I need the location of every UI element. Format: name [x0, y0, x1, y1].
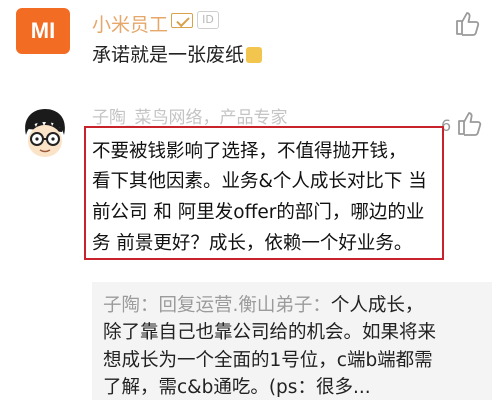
- thumbs-up-icon[interactable]: [456, 110, 482, 136]
- mi-avatar[interactable]: MI: [16, 8, 70, 54]
- avatar-logo-text: MI: [30, 18, 56, 43]
- verified-badge-icon: [171, 13, 193, 28]
- cartoon-avatar[interactable]: [16, 105, 74, 163]
- reply-author[interactable]: 子陶：回复运营.衡山弟子：: [103, 295, 331, 316]
- reply-line: 了解，需c&b通吃。(ps：很多...: [103, 377, 371, 398]
- comment-body-line: 不要被钱影响了选择，不值得抛开钱，: [92, 141, 407, 162]
- id-badge: ID: [197, 11, 219, 29]
- comment-username[interactable]: 小米员工: [92, 10, 168, 37]
- emoji-icon: [246, 47, 263, 63]
- reply-line: 想成长为一个全面的1号位，c端b端都需: [103, 350, 433, 371]
- comment-body-line: 前公司 和 阿里发offer的部门，哪边的业: [92, 202, 425, 223]
- thumbs-up-icon[interactable]: [454, 10, 480, 36]
- comment-text: 承诺就是一张废纸: [92, 40, 263, 67]
- comment-username[interactable]: 子陶_菜鸟网络，产品专家: [92, 103, 288, 128]
- reply-line: 子陶：回复运营.衡山弟子：个人成长，: [103, 291, 423, 317]
- reply-line: 除了靠自己也靠公司给的机会。如果将来: [103, 322, 437, 343]
- comment-body-line: 看下其他因素。业务&个人成长对比下 当: [92, 171, 427, 192]
- comment-body-line: 务 前景更好？成长，依赖一个好业务。: [92, 233, 413, 254]
- comment-text-content: 承诺就是一张废纸: [92, 44, 245, 66]
- reply-text: 个人成长，: [330, 295, 424, 316]
